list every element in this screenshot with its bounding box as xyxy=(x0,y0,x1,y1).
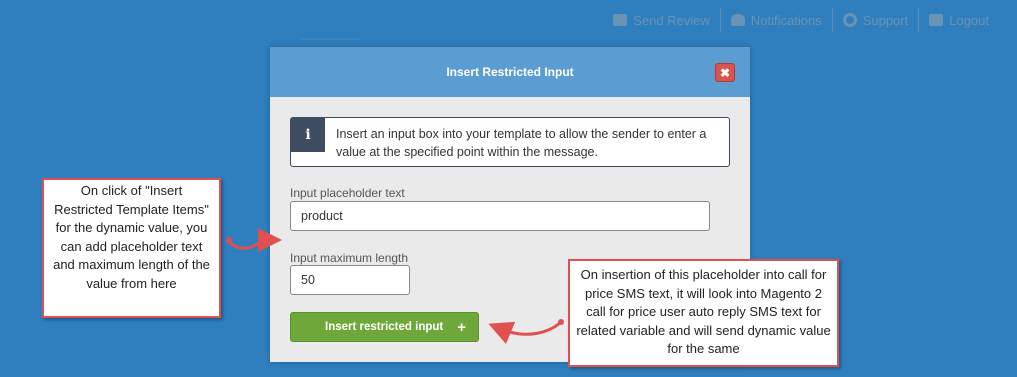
top-navigation: Send Review Notifications Support Logout xyxy=(603,8,999,32)
maxlength-label: Input maximum length xyxy=(290,251,409,265)
insert-button-label: Insert restricted input xyxy=(325,321,444,333)
nav-notifications-label: Notifications xyxy=(750,12,822,28)
nav-logout[interactable]: Logout xyxy=(918,8,999,32)
maxlength-input[interactable] xyxy=(290,265,410,295)
placeholder-input[interactable] xyxy=(290,201,710,231)
lifebuoy-icon xyxy=(842,13,857,27)
nav-notifications[interactable]: Notifications xyxy=(719,8,832,32)
info-text: Insert an input box into your template t… xyxy=(336,127,707,159)
close-button[interactable]: ✖ xyxy=(715,63,735,82)
page-divider xyxy=(300,38,360,40)
nav-support[interactable]: Support xyxy=(831,8,919,32)
bell-icon xyxy=(730,14,745,26)
arrow-left-dot xyxy=(226,237,232,243)
modal-header: Insert Restricted Input ✖ xyxy=(270,47,750,97)
info-icon: i xyxy=(291,118,325,152)
nav-send-review-label: Send Review xyxy=(633,12,710,28)
logout-icon xyxy=(929,14,944,26)
annotation-left: On click of "Insert Restricted Template … xyxy=(42,178,221,318)
placeholder-label: Input placeholder text xyxy=(290,186,405,200)
nav-support-label: Support xyxy=(862,12,909,28)
nav-send-review[interactable]: Send Review xyxy=(603,8,720,32)
modal-title: Insert Restricted Input xyxy=(446,65,574,79)
insert-restricted-input-button[interactable]: Insert restricted input + xyxy=(290,312,479,342)
envelope-icon xyxy=(613,14,628,26)
annotation-right: On insertion of this placeholder into ca… xyxy=(568,259,839,367)
nav-logout-label: Logout xyxy=(949,12,989,28)
plus-icon: + xyxy=(457,319,466,336)
arrow-left xyxy=(225,228,282,252)
info-alert: i Insert an input box into your template… xyxy=(290,117,730,167)
